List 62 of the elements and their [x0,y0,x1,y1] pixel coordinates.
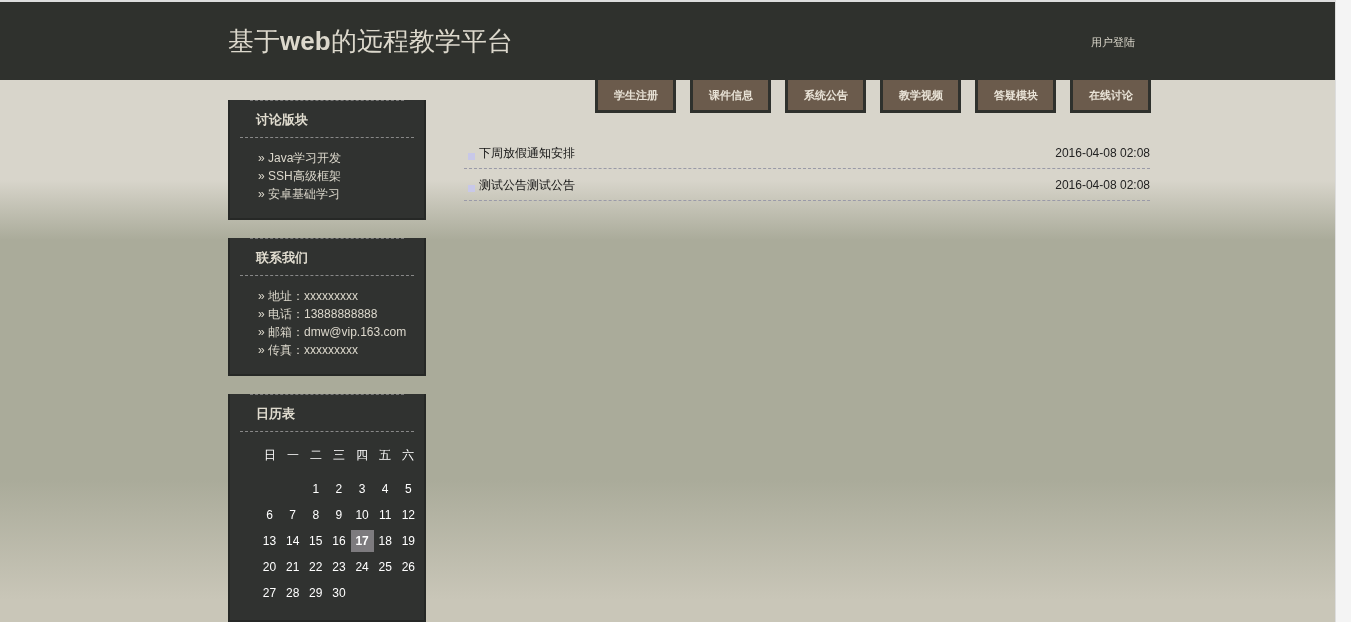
calendar-day[interactable]: 7 [281,504,305,526]
calendar-day[interactable]: 1 [304,478,328,500]
nav-tab[interactable]: 课件信息 [690,80,771,113]
notice-link[interactable]: 下周放假通知安排 [479,143,575,162]
calendar-day[interactable]: 27 [258,582,281,604]
nav-tab[interactable]: 答疑模块 [975,80,1056,113]
calendar-day[interactable]: 12 [396,504,420,526]
scrollbar[interactable] [1335,0,1351,622]
bullet-icon [468,185,475,192]
calendar-day[interactable]: 2 [327,478,351,500]
calendar-day[interactable]: 14 [281,530,305,552]
sidebar-item[interactable]: » 地址：xxxxxxxxx [258,288,420,304]
login-link[interactable]: 用户登陆 [1091,34,1135,51]
nav-tab[interactable]: 学生注册 [595,80,676,113]
sidebar-item[interactable]: » 安卓基础学习 [258,186,420,202]
panel-title: 联系我们 [256,250,308,265]
weekday-label: 日 [262,447,277,464]
panel-title: 讨论版块 [256,112,308,127]
calendar-day[interactable]: 19 [396,530,420,552]
sidebar-item[interactable]: » 邮箱：dmw@vip.163.com [258,324,420,340]
calendar-day[interactable]: 9 [327,504,351,526]
sidebar-item[interactable]: » Java学习开发 [258,150,420,166]
nav-tab[interactable]: 在线讨论 [1070,80,1151,113]
calendar-day[interactable]: 5 [396,478,420,500]
calendar-day[interactable]: 10 [350,504,374,526]
calendar-day[interactable]: 21 [281,556,305,578]
sidebar-item[interactable]: » 电话：13888888888 [258,306,420,322]
calendar-day[interactable]: 18 [373,530,397,552]
calendar-day[interactable]: 3 [350,478,374,500]
calendar-day[interactable]: 15 [304,530,328,552]
nav-tab[interactable]: 教学视频 [880,80,961,113]
calendar-day[interactable]: 30 [327,582,351,604]
weekday-label: 二 [308,447,323,464]
weekday-label: 五 [378,447,393,464]
calendar-day[interactable]: 17 [350,530,374,552]
weekday-label: 一 [285,447,300,464]
bullet-icon [468,153,475,160]
calendar-day[interactable]: 20 [258,556,281,578]
calendar-day[interactable]: 8 [304,504,328,526]
calendar-day[interactable]: 29 [304,582,328,604]
site-title: 基于web的远程教学平台 [228,25,513,58]
calendar-day[interactable]: 24 [350,556,374,578]
calendar-day[interactable]: 16 [327,530,351,552]
sidebar-item[interactable]: » 传真：xxxxxxxxx [258,342,420,358]
weekday-label: 六 [401,447,416,464]
calendar-day[interactable]: 22 [304,556,328,578]
calendar-day[interactable]: 25 [373,556,397,578]
calendar-day[interactable]: 4 [373,478,397,500]
calendar-day[interactable]: 28 [281,582,305,604]
sidebar-item[interactable]: » SSH高级框架 [258,168,420,184]
panel-title: 日历表 [256,406,295,421]
calendar-day[interactable]: 26 [396,556,420,578]
notice-date: 2016-04-08 02:08 [1055,144,1150,162]
weekday-label: 四 [355,447,370,464]
notice-link[interactable]: 测试公告测试公告 [479,175,575,194]
weekday-label: 三 [332,447,346,464]
calendar-day[interactable]: 23 [327,556,351,578]
calendar-day[interactable]: 6 [258,504,281,526]
calendar-day[interactable]: 11 [373,504,397,526]
notice-date: 2016-04-08 02:08 [1055,176,1150,194]
nav-tab[interactable]: 系统公告 [785,80,866,113]
calendar-day[interactable]: 13 [258,530,281,552]
